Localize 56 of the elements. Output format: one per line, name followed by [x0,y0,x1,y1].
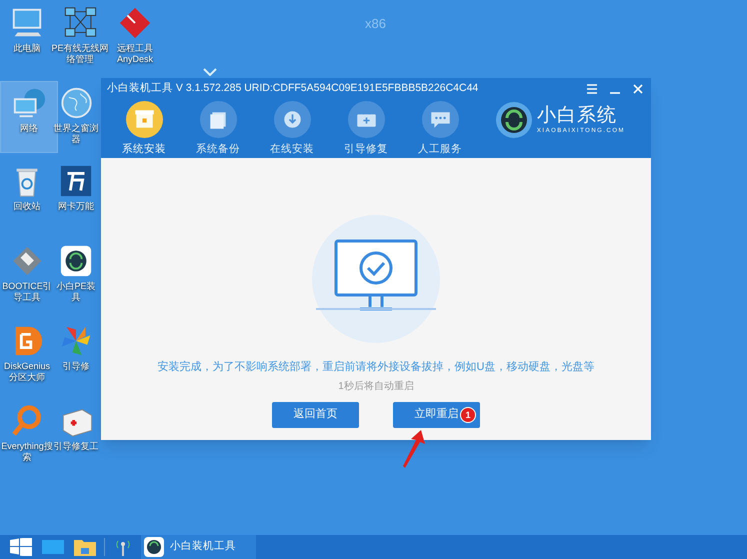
chevron-down-icon[interactable] [203,68,217,76]
icon-label: 网络 [20,123,38,134]
icon-label: 引导修 [62,361,90,372]
close-icon[interactable] [631,82,645,96]
chat-bubble-icon [422,101,458,138]
app-logo-icon [59,244,93,278]
desktop-shortcut[interactable]: 引导修复工 [54,400,98,454]
desktop-shortcut[interactable]: 此电脑 [7,2,47,56]
pointer-arrow-icon [401,430,427,468]
desktop-shortcut[interactable]: Everything搜 索 [1,400,53,465]
window-title: 小白装机工具 V 3.1.572.285 URID:CDFF5A594C09E191E5FBBB5B226C4C44 [107,80,480,96]
box-icon [126,101,162,138]
desktop-shortcut[interactable]: PE有线无线网 络管理 [52,2,108,67]
nav-tab[interactable]: 在线安装 [265,101,319,158]
pinwheel-icon [59,324,93,358]
icon-label: 远程工具 AnyDesk [116,43,153,65]
toolbox-icon [348,101,384,138]
nav-tab[interactable]: 系统备份 [191,101,245,158]
icon-label: 网卡万能 [58,201,94,212]
countdown-text: 1秒后将自动重启 [338,380,414,394]
magnifier-icon [10,404,44,438]
desktop-shortcut[interactable]: 引导修 [56,320,96,374]
action-button[interactable]: 返回首页 [272,402,359,428]
nav-tab[interactable]: 系统安装 [117,101,171,158]
globe-icon [59,86,93,120]
desktop-shortcut[interactable]: 远程工具 AnyDesk [115,2,155,67]
icon-label: DiskGenius 分区大师 [4,361,50,383]
step-badge: 1 [460,406,476,422]
icon-label: 引导修复工 [54,441,98,452]
desktop-shortcut[interactable]: 网卡万能 [56,160,96,214]
diamond-icon [118,6,152,40]
icon-label: 此电脑 [14,43,40,54]
menu-icon[interactable] [585,82,599,96]
architecture-label: x86 [365,15,386,33]
desktop-shortcut[interactable]: BOOTICE引 导工具 [2,240,52,305]
icon-label: BOOTICE引 导工具 [2,281,52,303]
taskbar-app-button[interactable]: 小白装机工具 [141,535,256,559]
app-logo-icon [144,537,164,557]
icon-label: 小白PE装 具 [56,281,96,303]
character-tile-icon [59,164,93,198]
desktop-shortcut[interactable]: DiskGenius 分区大师 [4,320,50,385]
brand-name: 小白系统 [536,105,618,128]
copy-icon [200,101,236,138]
globe-monitor-icon [12,86,46,120]
completion-message: 安装完成，为了不影响系统部署，重启前请将外接设备拔掉，例如U盘，移动硬盘，光盘等 [158,360,594,375]
desktop-shortcut[interactable]: 小白PE装 具 [56,240,96,305]
nav-tab[interactable]: 引导修复 [339,101,393,158]
desktop-shortcut[interactable]: 回收站 [7,160,47,214]
download-icon [274,101,310,138]
windows-start-icon[interactable] [10,538,32,556]
nav-tab[interactable]: 人工服务 [413,101,467,158]
icon-label: PE有线无线网 络管理 [52,43,108,65]
brand-logo-icon [494,101,533,140]
folder-icon[interactable] [74,538,96,556]
icon-label: 回收站 [14,201,40,212]
icon-label: Everything搜 索 [1,441,53,463]
